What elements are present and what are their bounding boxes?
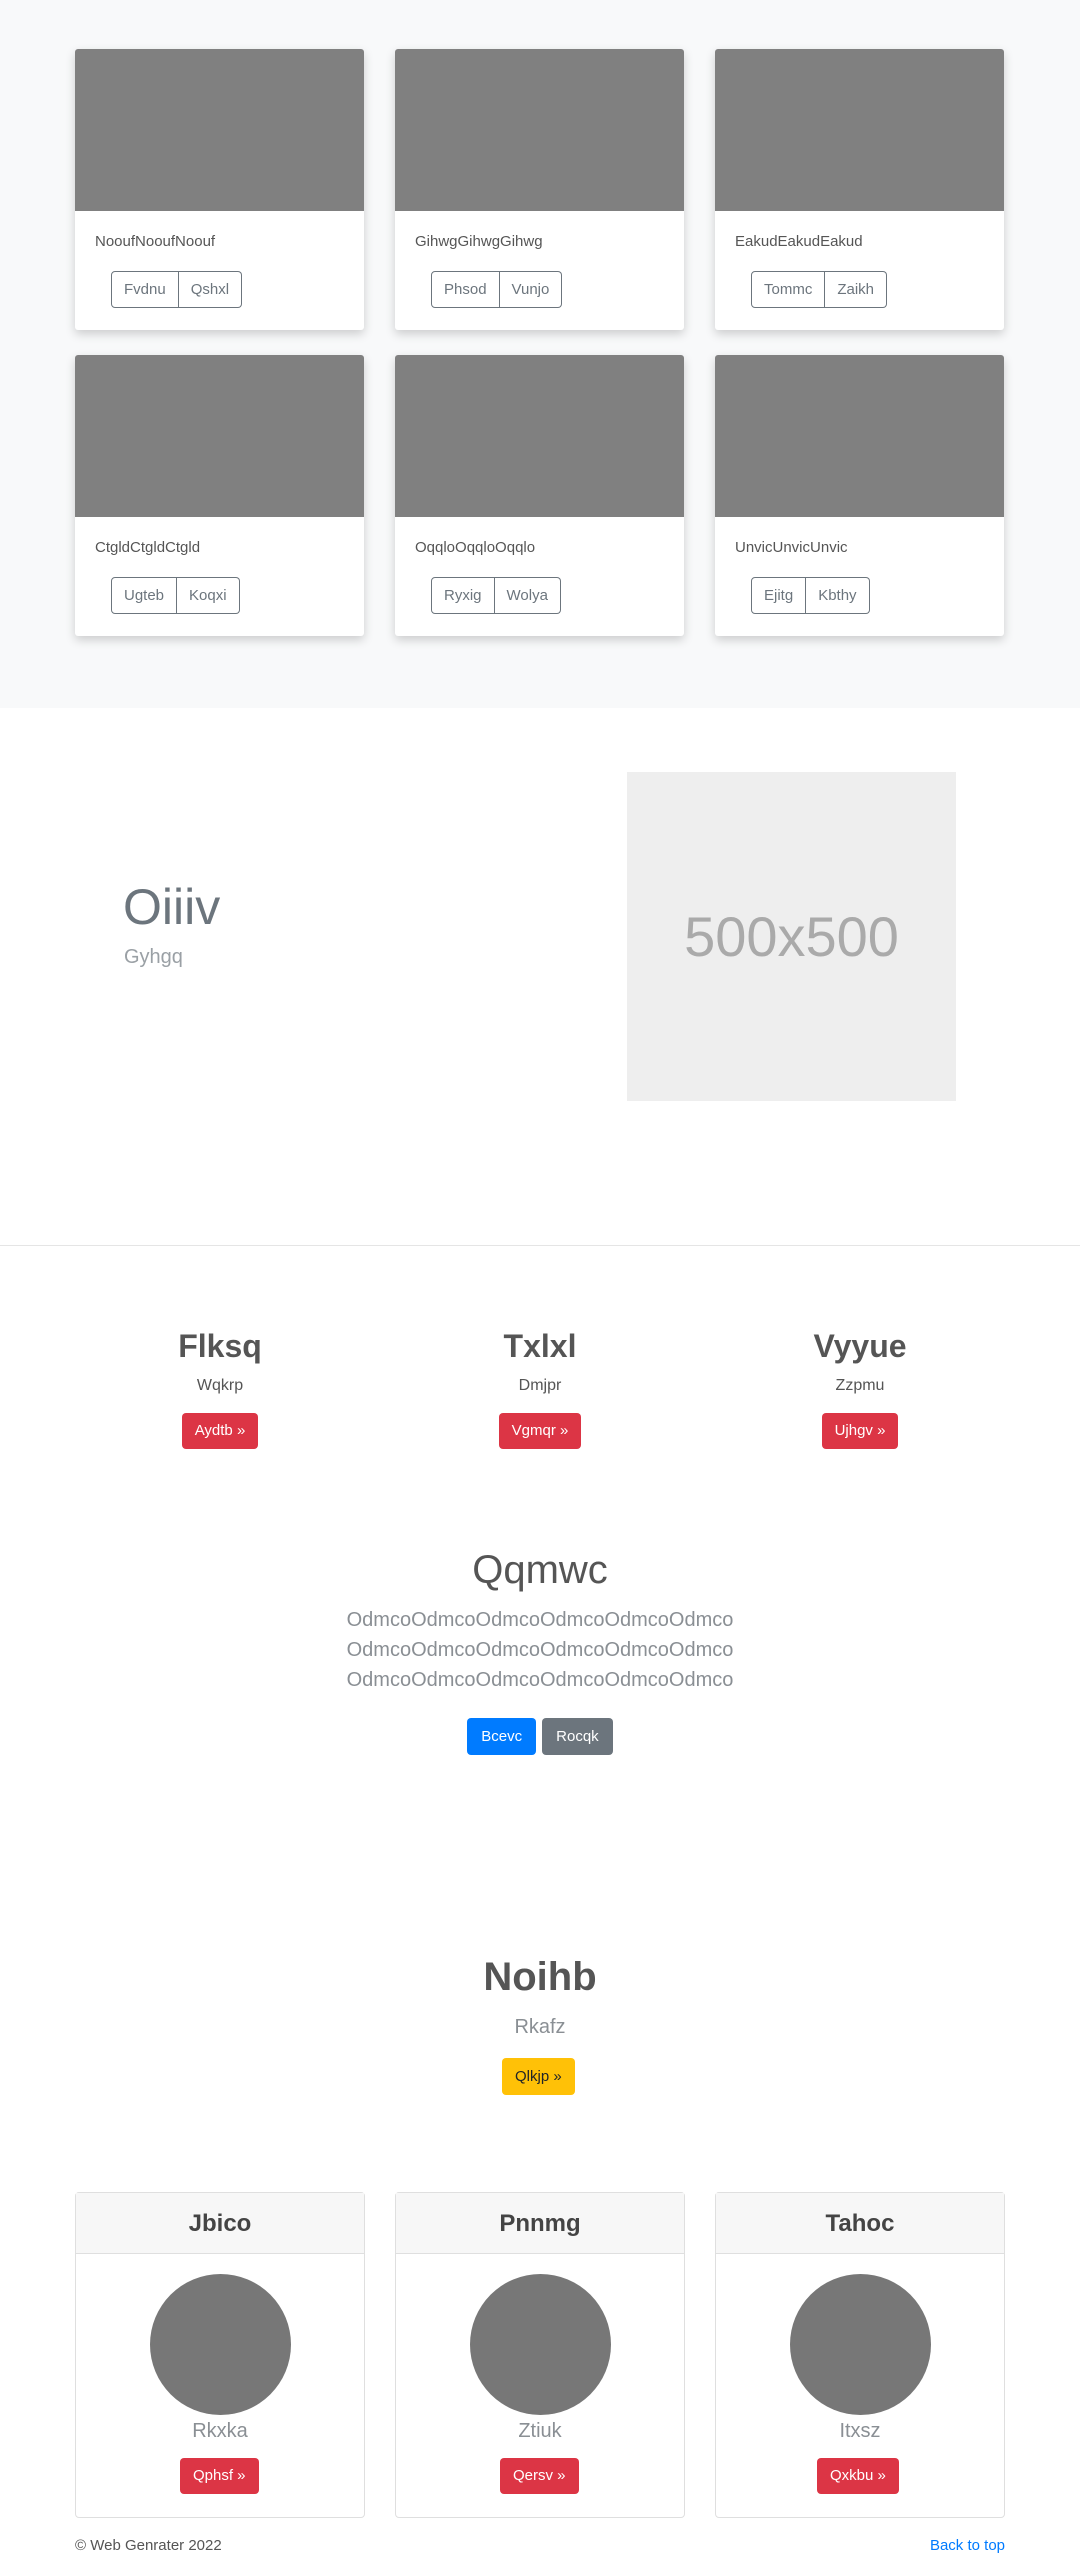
footer-copyright: © Web Genrater 2022 [75, 2537, 222, 2554]
column-title: Txlxl [503, 1328, 577, 1364]
card-thumbnail [395, 49, 684, 211]
profile-card: Pnnmg Ztiuk Qersv » [395, 2192, 685, 2518]
hero-heading: Noihb [483, 1955, 597, 1999]
jumbotron-lead: OdmcoOdmcoOdmcoOdmcoOdmcoOdmco OdmcoOdmc… [0, 1605, 1080, 1695]
hero-subheading: Rkafz [514, 2016, 566, 2038]
column-text: Zzpmu [835, 1377, 885, 1394]
card-text: GihwgGihwgGihwg [415, 233, 543, 250]
jumbotron-line: OdmcoOdmcoOdmcoOdmcoOdmcoOdmco [346, 1609, 734, 1631]
card-button-2[interactable]: Qshxl [178, 271, 243, 308]
album-card: CtgldCtgldCtgld Ugteb Koqxi [75, 355, 364, 636]
column-title: Flksq [178, 1328, 262, 1364]
column-title: Vyyue [813, 1328, 907, 1364]
card-thumbnail [75, 49, 364, 211]
placeholder-label: 500x500 [684, 905, 899, 968]
card-button-group: Ugteb Koqxi [111, 577, 240, 614]
album-section: NooufNooufNoouf Fvdnu Qshxl GihwgGihwgGi… [0, 0, 1080, 708]
profile-button[interactable]: Qersv » [500, 2458, 579, 2494]
card-text: CtgldCtgldCtgld [95, 539, 201, 556]
card-button-group: Tommc Zaikh [751, 271, 888, 308]
card-button-1[interactable]: Phsod [431, 271, 500, 308]
feature-heading: Oiiiv [123, 879, 221, 935]
card-button-2[interactable]: Koqxi [177, 577, 240, 614]
card-text: UnvicUnvicUnvic [735, 539, 848, 556]
album-card: NooufNooufNoouf Fvdnu Qshxl [75, 49, 364, 330]
album-card: UnvicUnvicUnvic Ejitg Kbthy [715, 355, 1004, 636]
card-text: NooufNooufNoouf [95, 233, 216, 250]
card-button-2[interactable]: Kbthy [806, 577, 870, 614]
jumbotron-heading: Qqmwc [472, 1548, 608, 1592]
profile-name: Rkxka [192, 2420, 248, 2442]
card-button-group: Ejitg Kbthy [751, 577, 870, 614]
profile-card-header: Pnnmg [396, 2193, 684, 2254]
card-text: OqqloOqqloOqqlo [415, 539, 536, 556]
card-thumbnail [395, 355, 684, 517]
card-button-1[interactable]: Ugteb [111, 577, 178, 614]
profile-button[interactable]: Qxkbu » [817, 2458, 899, 2494]
profile-name: Itxsz [839, 2420, 881, 2442]
hero-button[interactable]: Qlkjp » [502, 2058, 575, 2095]
card-button-2[interactable]: Wolya [494, 577, 561, 614]
card-button-2[interactable]: Vunjo [499, 271, 563, 308]
album-card: GihwgGihwgGihwg Phsod Vunjo [395, 49, 684, 330]
divider [0, 1245, 1080, 1246]
card-button-1[interactable]: Ejitg [751, 577, 807, 614]
column: Txlxl Dmjpr Vgmqr » [390, 1328, 690, 1449]
jumbotron-line: OdmcoOdmcoOdmcoOdmcoOdmcoOdmco [346, 1669, 734, 1691]
profile-card: Jbico Rkxka Qphsf » [75, 2192, 365, 2518]
card-button-group: Phsod Vunjo [431, 271, 563, 308]
jumbotron-actions: Bcevc Rocqk [0, 1718, 1080, 1755]
card-button-1[interactable]: Ryxig [431, 577, 495, 614]
album-card: OqqloOqqloOqqlo Ryxig Wolya [395, 355, 684, 636]
card-button-1[interactable]: Tommc [751, 271, 826, 308]
card-thumbnail [715, 355, 1004, 517]
column-button[interactable]: Aydtb » [181, 1413, 259, 1449]
primary-button[interactable]: Bcevc [467, 1718, 537, 1755]
jumbotron-line: OdmcoOdmcoOdmcoOdmcoOdmcoOdmco [346, 1639, 734, 1661]
avatar [470, 2274, 611, 2415]
card-button-group: Fvdnu Qshxl [111, 271, 243, 308]
card-button-1[interactable]: Fvdnu [111, 271, 179, 308]
column: Flksq Wqkrp Aydtb » [70, 1328, 370, 1449]
avatar [150, 2274, 291, 2415]
avatar [790, 2274, 931, 2415]
album-card: EakudEakudEakud Tommc Zaikh [715, 49, 1004, 330]
profile-name: Ztiuk [518, 2420, 562, 2442]
column: Vyyue Zzpmu Ujhgv » [710, 1328, 1010, 1449]
back-to-top-link[interactable]: Back to top [930, 2537, 1005, 2554]
card-thumbnail [75, 355, 364, 517]
card-button-2[interactable]: Zaikh [825, 271, 888, 308]
card-text: EakudEakudEakud [735, 233, 863, 250]
card-button-group: Ryxig Wolya [431, 577, 561, 614]
placeholder-image: 500x500 [627, 772, 956, 1101]
profile-button[interactable]: Qphsf » [180, 2458, 259, 2494]
profile-card: Tahoc Itxsz Qxkbu » [715, 2192, 1005, 2518]
profile-card-header: Jbico [76, 2193, 364, 2254]
feature-subheading: Gyhgq [124, 946, 183, 968]
column-text: Dmjpr [518, 1377, 562, 1394]
card-thumbnail [715, 49, 1004, 211]
profile-card-header: Tahoc [716, 2193, 1004, 2254]
column-button[interactable]: Ujhgv » [821, 1413, 899, 1449]
column-text: Wqkrp [196, 1377, 244, 1394]
column-button[interactable]: Vgmqr » [498, 1413, 582, 1449]
secondary-button[interactable]: Rocqk [542, 1718, 613, 1755]
